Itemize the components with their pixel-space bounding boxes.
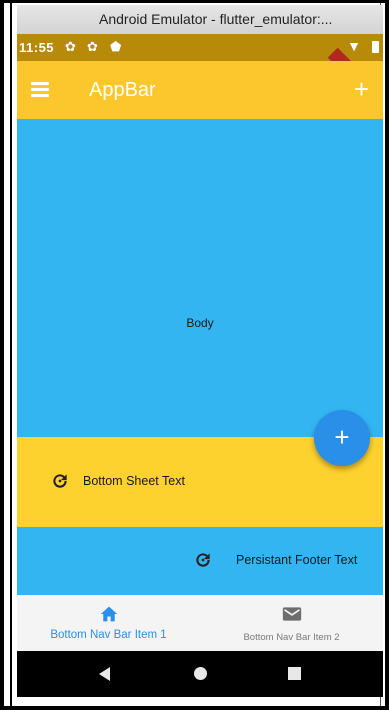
bottom-nav-item-label: Bottom Nav Bar Item 2 — [243, 632, 340, 643]
refresh-icon — [196, 553, 210, 567]
body-label: Body — [186, 316, 214, 330]
back-icon[interactable] — [99, 667, 110, 681]
wifi-icon: ▼ — [347, 38, 361, 54]
bottom-nav-item-label: Bottom Nav Bar Item 1 — [50, 629, 167, 641]
window-title: Android Emulator - flutter_emulator:... — [99, 11, 333, 27]
add-icon: + — [334, 422, 350, 452]
bottom-nav-item-2[interactable]: Bottom Nav Bar Item 2 — [200, 595, 383, 651]
android-status-bar: 11:55 ✿ ✿ ⬟ ▼ DEBUG — [17, 34, 383, 115]
home-circle-icon[interactable] — [194, 667, 207, 680]
bottom-nav-item-1[interactable]: Bottom Nav Bar Item 1 — [17, 595, 200, 651]
menu-icon[interactable] — [31, 82, 49, 97]
app-bar-title: AppBar — [89, 79, 156, 101]
system-navigation-bar — [17, 651, 383, 697]
add-icon[interactable]: + — [354, 74, 369, 104]
shield-notification-icon: ⬟ — [110, 39, 122, 54]
mail-icon — [282, 607, 301, 621]
settings-notification-icon: ✿ — [65, 39, 76, 54]
emulator-window: Android Emulator - flutter_emulator:... … — [17, 5, 383, 697]
window-titlebar[interactable]: Android Emulator - flutter_emulator:... — [17, 5, 383, 34]
bottom-sheet-text: Bottom Sheet Text — [83, 474, 185, 488]
body-area: Body — [17, 119, 383, 437]
home-icon — [100, 606, 117, 622]
persistent-footer-text: Persistant Footer Text — [236, 553, 358, 567]
persistent-footer[interactable]: Persistant Footer Text — [17, 527, 383, 595]
recent-apps-icon[interactable] — [288, 667, 301, 680]
floating-action-button[interactable]: + — [314, 410, 370, 466]
app-bar: AppBar + — [17, 61, 383, 119]
refresh-icon — [53, 474, 67, 488]
battery-icon — [372, 41, 379, 53]
bottom-navigation-bar: Bottom Nav Bar Item 1 Bottom Nav Bar Ite… — [17, 595, 383, 651]
settings-notification-icon: ✿ — [87, 39, 98, 54]
status-time: 11:55 — [19, 40, 55, 55]
frame-rule-left — [10, 3, 12, 706]
